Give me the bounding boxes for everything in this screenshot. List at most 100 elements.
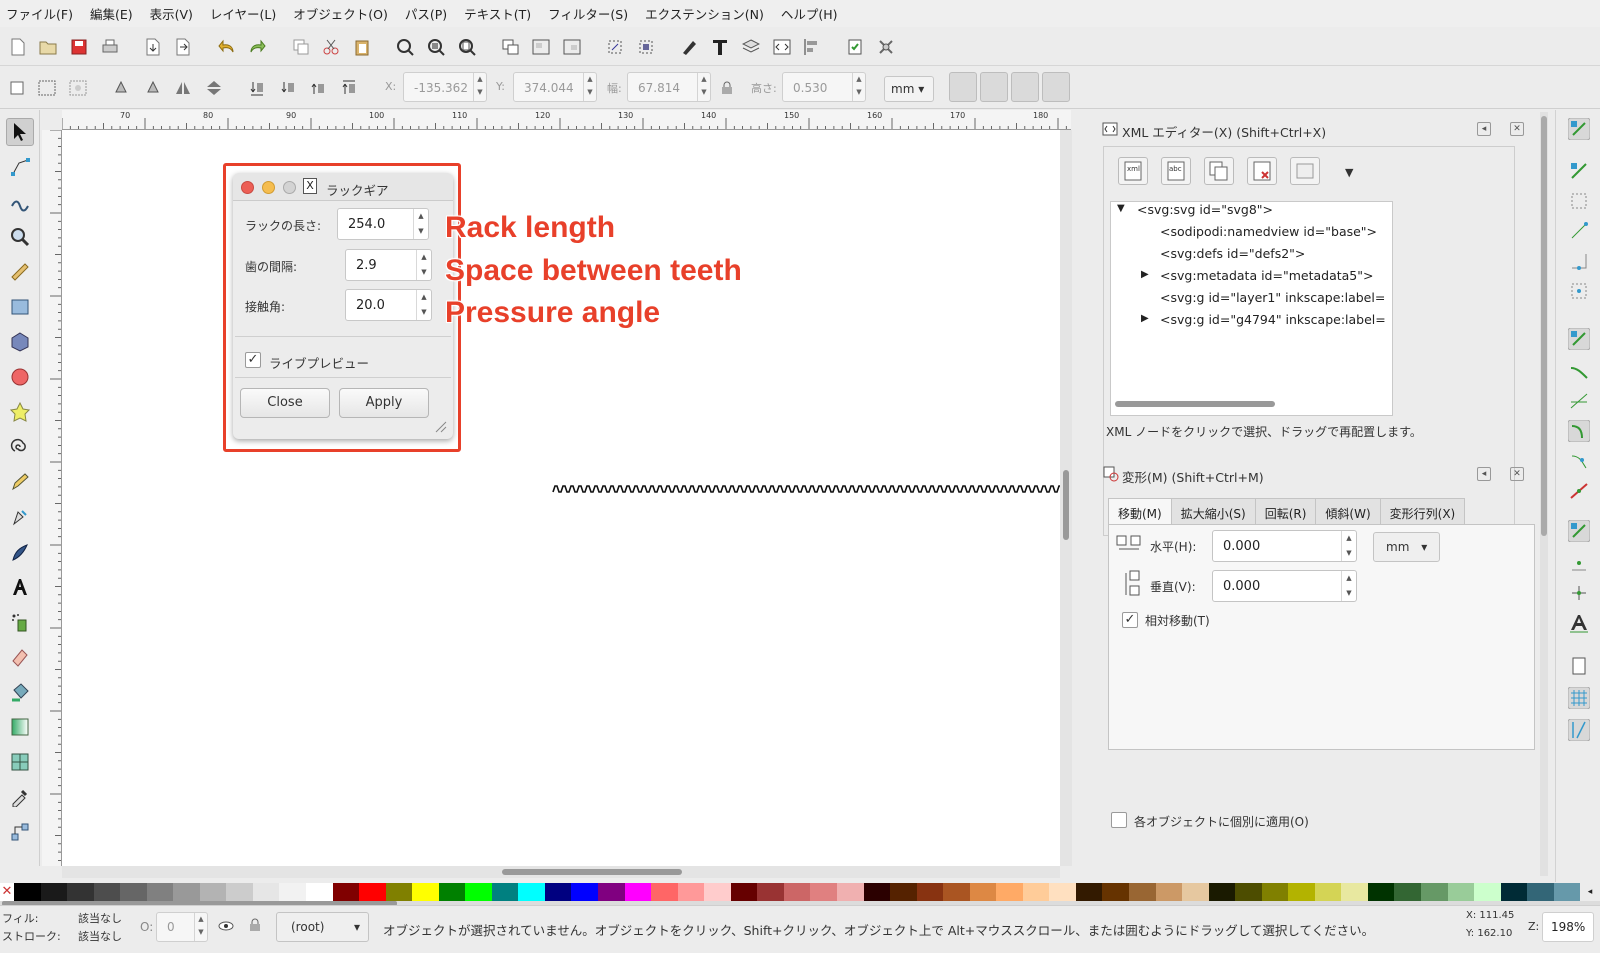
- color-swatch[interactable]: [1527, 883, 1554, 901]
- deselect-icon[interactable]: [67, 77, 89, 99]
- color-swatch[interactable]: [14, 883, 41, 901]
- transform-icon[interactable]: [604, 36, 626, 58]
- color-swatch[interactable]: [624, 883, 652, 901]
- color-swatch[interactable]: [1367, 883, 1395, 901]
- snap-enable-icon[interactable]: [1568, 118, 1590, 140]
- spin-arrows-icon[interactable]: ▲ ▼: [473, 73, 486, 101]
- expand-triangle-icon[interactable]: ▼: [1117, 203, 1125, 214]
- box3d-tool-icon[interactable]: [6, 328, 34, 356]
- spray-tool-icon[interactable]: [6, 608, 34, 636]
- color-swatch[interactable]: [704, 883, 731, 901]
- snap-nodes-icon[interactable]: [1568, 328, 1590, 350]
- flip-horizontal-icon[interactable]: [172, 77, 194, 99]
- color-swatch[interactable]: [465, 883, 492, 901]
- gradient-tool-icon[interactable]: [6, 713, 34, 741]
- panel-scrollbar[interactable]: [1540, 112, 1548, 876]
- horizontal-field[interactable]: 0.000 ▲ ▼: [1212, 530, 1357, 562]
- panel-collapse-icon[interactable]: ◂: [1477, 122, 1491, 136]
- color-swatch[interactable]: [1341, 883, 1368, 901]
- menu-object[interactable]: オブジェクト(O): [293, 4, 388, 23]
- color-swatch[interactable]: [916, 883, 944, 901]
- scroll-thumb[interactable]: [1541, 116, 1547, 536]
- paint-bucket-tool-icon[interactable]: [6, 678, 34, 706]
- raise-icon[interactable]: [307, 77, 329, 99]
- scale-corners-toggle[interactable]: [980, 72, 1008, 102]
- fill-value[interactable]: 該当なし: [78, 910, 122, 926]
- stroke-value[interactable]: 該当なし: [78, 928, 122, 944]
- x-field[interactable]: -135.362 ▲ ▼: [403, 72, 487, 102]
- fill-stroke-icon[interactable]: [678, 36, 700, 58]
- color-swatch[interactable]: [1022, 883, 1050, 901]
- color-swatch[interactable]: [836, 883, 864, 901]
- zoom-drawing-icon[interactable]: [425, 36, 447, 58]
- spin-arrows-icon[interactable]: ▲ ▼: [852, 73, 865, 101]
- color-swatch[interactable]: [359, 883, 386, 901]
- duplicate-node-button[interactable]: [1204, 157, 1234, 185]
- color-swatch[interactable]: [438, 883, 466, 901]
- menu-text[interactable]: テキスト(T): [464, 4, 531, 23]
- color-swatch[interactable]: [1128, 883, 1156, 901]
- snap-page-border-icon[interactable]: [1568, 655, 1590, 677]
- xml-node[interactable]: <sodipodi:namedview id="base">: [1160, 224, 1377, 239]
- color-swatch[interactable]: [1208, 883, 1236, 901]
- color-swatch[interactable]: [1500, 883, 1528, 901]
- tweak-tool-icon[interactable]: [6, 188, 34, 216]
- relative-move-checkbox[interactable]: ✓: [1122, 612, 1138, 628]
- text-tool-icon[interactable]: [6, 573, 34, 601]
- apply-each-checkbox[interactable]: [1111, 812, 1127, 828]
- spin-arrows-icon[interactable]: ▲ ▼: [697, 73, 710, 101]
- color-swatch[interactable]: [969, 883, 997, 901]
- color-swatch[interactable]: [146, 883, 174, 901]
- pen-tool-icon[interactable]: [6, 503, 34, 531]
- color-swatch[interactable]: [730, 883, 758, 901]
- print-icon[interactable]: [99, 36, 121, 58]
- rotate-ccw-icon[interactable]: [111, 77, 133, 99]
- snap-intersection-icon[interactable]: [1568, 390, 1590, 412]
- y-field[interactable]: 374.044 ▲ ▼: [513, 72, 597, 102]
- selector-tool-icon[interactable]: [6, 118, 34, 146]
- xml-node[interactable]: <svg:defs id="defs2">: [1160, 246, 1305, 261]
- scroll-thumb[interactable]: [1115, 401, 1275, 407]
- color-swatch[interactable]: [1420, 883, 1448, 901]
- zoom-tool-icon[interactable]: [6, 223, 34, 251]
- color-swatch[interactable]: [332, 883, 360, 901]
- cut-icon[interactable]: [320, 36, 342, 58]
- spin-arrows-icon[interactable]: ▲ ▼: [413, 209, 428, 239]
- color-swatch[interactable]: [1288, 883, 1315, 901]
- snap-midpoint-icon[interactable]: [1568, 480, 1590, 502]
- new-document-icon[interactable]: [7, 36, 29, 58]
- teeth-space-field[interactable]: 2.9 ▲ ▼: [345, 249, 432, 281]
- snap-bbox-center-icon[interactable]: [1568, 280, 1590, 302]
- snap-bbox-corner-icon[interactable]: [1568, 220, 1590, 242]
- redo-icon[interactable]: [246, 36, 268, 58]
- eraser-tool-icon[interactable]: [6, 643, 34, 671]
- color-swatch[interactable]: [1182, 883, 1209, 901]
- spin-arrows-icon[interactable]: ▲ ▼: [416, 290, 431, 320]
- color-swatch[interactable]: [518, 883, 545, 901]
- xml-node[interactable]: <svg:g id="layer1" inkscape:label=: [1160, 290, 1385, 305]
- text-font-icon[interactable]: [709, 36, 731, 58]
- flip-vertical-icon[interactable]: [203, 77, 225, 99]
- color-swatch[interactable]: [810, 883, 837, 901]
- zoom-selection-icon[interactable]: [394, 36, 416, 58]
- spiral-tool-icon[interactable]: [6, 433, 34, 461]
- align-distribute-icon[interactable]: [801, 36, 823, 58]
- expand-triangle-icon[interactable]: ▶: [1141, 313, 1149, 324]
- color-swatch[interactable]: [1553, 883, 1581, 901]
- indent-node-button[interactable]: [1290, 157, 1320, 185]
- snap-bbox-midpoint-icon[interactable]: [1568, 250, 1590, 272]
- color-swatch[interactable]: [385, 883, 413, 901]
- rotate-cw-icon[interactable]: [141, 77, 163, 99]
- connector-tool-icon[interactable]: [6, 818, 34, 846]
- select-all-icon[interactable]: [6, 77, 28, 99]
- height-field[interactable]: 0.530 ▲ ▼: [782, 72, 866, 102]
- save-icon[interactable]: [68, 36, 90, 58]
- tab-move[interactable]: 移動(M): [1108, 498, 1172, 525]
- width-field[interactable]: 67.814 ▲ ▼: [627, 72, 711, 102]
- lock-icon[interactable]: [249, 918, 261, 932]
- new-text-node-button[interactable]: abc: [1161, 157, 1191, 185]
- calligraphy-tool-icon[interactable]: [6, 538, 34, 566]
- color-swatch[interactable]: [598, 883, 625, 901]
- export-icon[interactable]: [172, 36, 194, 58]
- menu-layer[interactable]: レイヤー(L): [210, 4, 276, 23]
